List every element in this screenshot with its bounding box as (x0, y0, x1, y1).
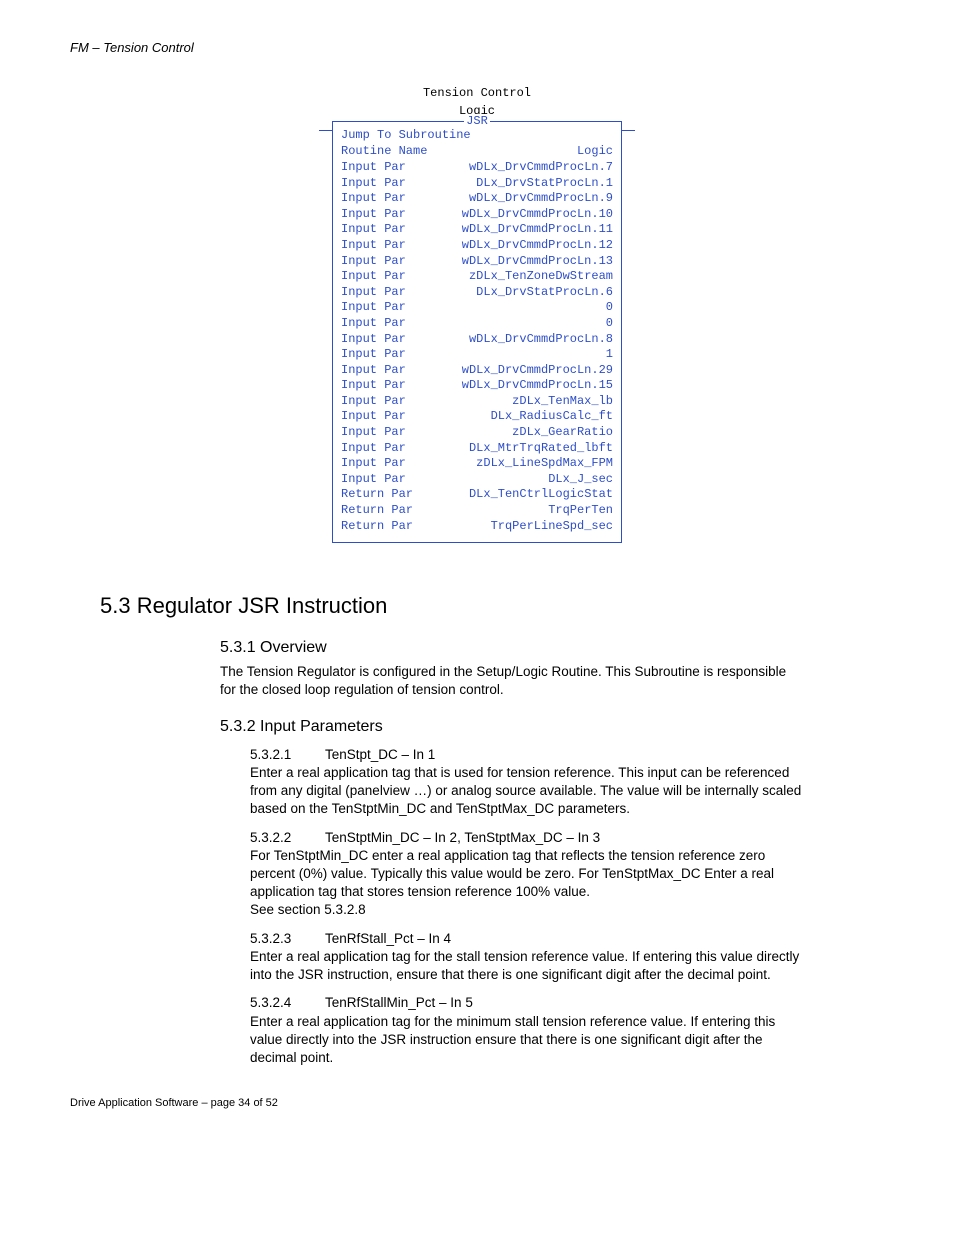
jsr-param-row: Input ParwDLx_DrvCmmdProcLn.10 (341, 207, 613, 223)
param-5-3-2-1: 5.3.2.1TenStpt_DC – In 1 Enter a real ap… (250, 746, 804, 819)
jsr-param-row: Return ParTrqPerTen (341, 503, 613, 519)
jsr-param-row: Input ParDLx_DrvStatProcLn.1 (341, 176, 613, 192)
jsr-param-row: Input Par0 (341, 300, 613, 316)
jsr-param-row: Return ParDLx_TenCtrlLogicStat (341, 487, 613, 503)
jsr-param-row: Input ParDLx_DrvStatProcLn.6 (341, 285, 613, 301)
page-header: FM – Tension Control (70, 40, 884, 55)
jsr-param-row: Input ParwDLx_DrvCmmdProcLn.29 (341, 363, 613, 379)
jsr-param-row: Input ParDLx_MtrTrqRated_lbft (341, 441, 613, 457)
section-5-3-1-title: 5.3.1 Overview (220, 639, 884, 657)
jsr-param-row: Input ParDLx_J_sec (341, 472, 613, 488)
jsr-param-row: Input ParwDLx_DrvCmmdProcLn.9 (341, 191, 613, 207)
param-5-3-2-4: 5.3.2.4TenRfStallMin_Pct – In 5 Enter a … (250, 994, 804, 1067)
page-footer: Drive Application Software – page 34 of … (70, 1097, 884, 1109)
jsr-routine-row: Routine Name Logic (341, 144, 613, 160)
section-5-3-title: 5.3 Regulator JSR Instruction (100, 593, 884, 619)
jsr-param-row: Input ParzDLx_LineSpdMax_FPM (341, 456, 613, 472)
jsr-param-row: Input ParwDLx_DrvCmmdProcLn.8 (341, 332, 613, 348)
jsr-param-row: Input ParDLx_RadiusCalc_ft (341, 409, 613, 425)
jsr-param-row: Input Par1 (341, 347, 613, 363)
jsr-param-row: Input ParwDLx_DrvCmmdProcLn.15 (341, 378, 613, 394)
jsr-param-row: Input ParwDLx_DrvCmmdProcLn.12 (341, 238, 613, 254)
jsr-param-row: Input ParwDLx_DrvCmmdProcLn.7 (341, 160, 613, 176)
jsr-param-row: Input ParwDLx_DrvCmmdProcLn.11 (341, 222, 613, 238)
jsr-jump-line: Jump To Subroutine (341, 128, 613, 142)
jsr-box: JSR Jump To Subroutine Routine Name Logi… (332, 121, 622, 543)
jsr-title-line1: Tension Control (332, 85, 622, 101)
section-5-3-2-title: 5.3.2 Input Parameters (220, 718, 884, 736)
jsr-label: JSR (333, 114, 621, 128)
jsr-param-row: Return ParTrqPerLineSpd_sec (341, 519, 613, 535)
jsr-param-row: Input ParzDLx_TenZoneDwStream (341, 269, 613, 285)
section-5-3-1-body: The Tension Regulator is configured in t… (220, 663, 804, 699)
param-5-3-2-3: 5.3.2.3TenRfStall_Pct – In 4 Enter a rea… (250, 930, 804, 985)
param-5-3-2-2: 5.3.2.2TenStptMin_DC – In 2, TenStptMax_… (250, 829, 804, 920)
jsr-param-row: Input Par0 (341, 316, 613, 332)
jsr-instruction-block: Tension Control Logic JSR Jump To Subrou… (332, 85, 622, 543)
jsr-param-row: Input ParzDLx_GearRatio (341, 425, 613, 441)
jsr-param-row: Input ParwDLx_DrvCmmdProcLn.13 (341, 254, 613, 270)
jsr-param-row: Input ParzDLx_TenMax_lb (341, 394, 613, 410)
